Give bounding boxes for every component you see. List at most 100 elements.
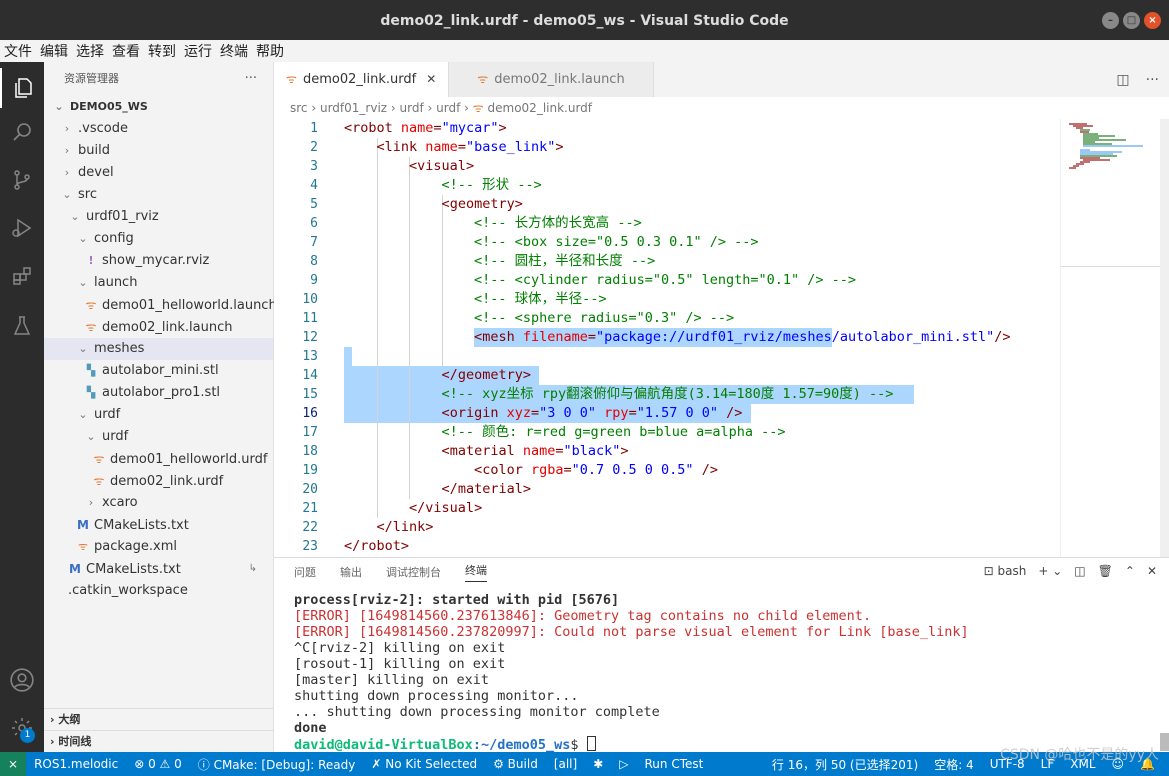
tree-item[interactable]: ᯤ demo01_helloworld.urdf xyxy=(44,448,273,470)
breadcrumb-item[interactable]: urdf xyxy=(436,101,460,115)
remote-indicator[interactable]: ⨯ xyxy=(0,752,27,776)
outline-section[interactable]: › 大纲 xyxy=(44,708,273,730)
run-debug-icon[interactable] xyxy=(0,208,44,248)
minimap[interactable] xyxy=(1060,119,1161,557)
panel-tab[interactable]: 问题 xyxy=(294,564,316,580)
testing-flask-icon[interactable] xyxy=(0,306,44,346)
code-line[interactable]: 6 <!-- 长方体的长宽高 --> xyxy=(274,214,1060,233)
code-line[interactable]: 17 <!-- 颜色: r=red g=green b=blue a=alpha… xyxy=(274,423,1060,442)
tree-item[interactable]: ᯤ package.xml xyxy=(44,536,273,558)
tree-item[interactable]: ⌄ urdf xyxy=(44,426,273,448)
code-line[interactable]: 19 <color rgba="0.7 0.5 0 0.5" /> xyxy=(274,461,1060,480)
menu-item[interactable]: 终端 xyxy=(218,41,254,61)
code-line[interactable]: 22 </link> xyxy=(274,518,1060,537)
terminal-scrollbar[interactable] xyxy=(1160,733,1169,751)
breadcrumb-item[interactable]: urdf01_rviz xyxy=(320,101,387,115)
breadcrumb-item[interactable]: demo02_link.urdf xyxy=(488,101,593,115)
timeline-section[interactable]: › 时间线 xyxy=(44,730,273,752)
code-line[interactable]: 18 <material name="black"> xyxy=(274,442,1060,461)
tree-item[interactable]: ⌄ DEMO05_WS xyxy=(44,96,273,118)
new-terminal-icon[interactable]: + ⌄ xyxy=(1038,564,1062,578)
minimize-button[interactable]: – xyxy=(1102,12,1119,29)
code-view[interactable]: 1 <robot name="mycar"> 2 <link name="base_… xyxy=(274,119,1169,557)
code-line[interactable]: 8 <!-- 圆柱，半径和长度 --> xyxy=(274,252,1060,271)
menu-item[interactable]: 帮助 xyxy=(254,41,290,61)
code-line[interactable]: 3 <visual> xyxy=(274,157,1060,176)
tree-item[interactable]: › xcaro xyxy=(44,492,273,514)
tree-item[interactable]: ⌄ src xyxy=(44,184,273,206)
tree-item[interactable]: ⌄ config xyxy=(44,228,273,250)
code-line[interactable]: 21 </visual> xyxy=(274,499,1060,518)
close-tab-icon[interactable]: ✕ xyxy=(426,62,436,97)
tree-item[interactable]: ⌄ urdf xyxy=(44,404,273,426)
tree-item[interactable]: › .vscode xyxy=(44,118,273,140)
close-window-button[interactable]: × xyxy=(1144,12,1161,29)
code-line[interactable]: 9 <!-- <cylinder radius="0.5" length="0.… xyxy=(274,271,1060,290)
tree-item[interactable]: M CMakeLists.txt xyxy=(44,514,273,536)
terminal-shell-selector[interactable]: ⊡ bash xyxy=(984,564,1027,578)
code-line[interactable]: 4 <!-- 形状 --> xyxy=(274,176,1060,195)
maximize-button[interactable]: □ xyxy=(1123,12,1140,29)
split-terminal-icon[interactable]: ◫ xyxy=(1074,564,1085,578)
tree-item[interactable]: ▚ autolabor_pro1.stl xyxy=(44,382,273,404)
split-editor-icon[interactable]: ◫ xyxy=(1116,72,1129,88)
kill-terminal-icon[interactable]: 🗑 xyxy=(1098,564,1113,578)
tree-item[interactable]: ⌄ launch xyxy=(44,272,273,294)
tree-item[interactable]: ! show_mycar.rviz xyxy=(44,250,273,272)
kit-selector[interactable]: ✗ No Kit Selected xyxy=(363,757,485,771)
settings-gear-icon[interactable]: 1 xyxy=(0,708,44,748)
search-icon[interactable] xyxy=(0,112,44,152)
code-line[interactable]: 23 </robot> xyxy=(274,537,1060,556)
code-line[interactable]: 7 <!-- <box size="0.5 0.3 0.1" /> --> xyxy=(274,233,1060,252)
cursor-position[interactable]: 行 16，列 50 (已选择201) xyxy=(764,756,926,773)
maximize-panel-icon[interactable]: ⌃ xyxy=(1125,564,1135,578)
code-line[interactable]: 15 <!-- xyz坐标 rpy翻滚俯仰与偏航角度(3.14=180度 1.5… xyxy=(274,385,1060,404)
more-actions-icon[interactable]: ··· xyxy=(245,62,257,96)
menu-item[interactable]: 转到 xyxy=(146,41,182,61)
menu-item[interactable]: 查看 xyxy=(110,41,146,61)
source-control-icon[interactable] xyxy=(0,160,44,200)
code-line[interactable]: 13 xyxy=(274,347,1060,366)
code-line[interactable]: 11 <!-- <sphere radius="0.3" /> --> xyxy=(274,309,1060,328)
code-line[interactable]: 2 <link name="base_link"> xyxy=(274,138,1060,157)
code-line[interactable]: 12 <mesh filename="package://urdf01_rviz… xyxy=(274,328,1060,347)
panel-tab[interactable]: 调试控制台 xyxy=(386,564,441,580)
menu-item[interactable]: 文件 xyxy=(2,41,38,61)
breadcrumb-item[interactable]: urdf xyxy=(400,101,424,115)
extensions-icon[interactable] xyxy=(0,256,44,296)
code-line[interactable]: 16 <origin xyz="3 0 0" rpy="1.57 0 0" /> xyxy=(274,404,1060,423)
tab-demo02-link-urdf[interactable]: ᯤ demo02_link.urdf ✕ xyxy=(274,62,450,97)
code-line[interactable]: 20 </material> xyxy=(274,480,1060,499)
build-target[interactable]: [all] xyxy=(546,757,585,771)
menu-item[interactable]: 选择 xyxy=(74,41,110,61)
explorer-icon[interactable] xyxy=(0,68,44,108)
problems-count[interactable]: ⊗ 0 ⚠ 0 xyxy=(126,757,190,771)
ros-version[interactable]: ROS1.melodic xyxy=(26,757,126,771)
run-icon[interactable]: ▷ xyxy=(611,757,636,771)
tree-item[interactable]: ᯤ demo01_helloworld.launch xyxy=(44,294,277,316)
terminal-output[interactable]: process[rviz-2]: started with pid [5676]… xyxy=(294,592,1154,753)
tree-item[interactable]: ⌄ urdf01_rviz xyxy=(44,206,273,228)
breadcrumb-item[interactable]: src xyxy=(290,101,308,115)
tab-demo02-link-launch[interactable]: ᯤ demo02_link.launch xyxy=(449,62,654,97)
indentation[interactable]: 空格: 4 xyxy=(926,756,982,773)
code-line[interactable]: 10 <!-- 球体，半径--> xyxy=(274,290,1060,309)
tree-item[interactable]: › devel xyxy=(44,162,273,184)
code-line[interactable]: 5 <geometry> xyxy=(274,195,1060,214)
tree-item[interactable]: › build xyxy=(44,140,273,162)
tree-item[interactable]: ᯤ demo02_link.launch xyxy=(44,316,273,338)
tree-item[interactable]: .catkin_workspace xyxy=(44,580,273,602)
tree-item[interactable]: M CMakeLists.txt ↳ xyxy=(44,558,273,580)
menu-item[interactable]: 运行 xyxy=(182,41,218,61)
cmake-status[interactable]: ⓘ CMake: [Debug]: Ready xyxy=(190,756,364,773)
build-button[interactable]: ⚙ Build xyxy=(485,757,546,771)
accounts-icon[interactable] xyxy=(0,660,44,700)
menu-item[interactable]: 编辑 xyxy=(38,41,74,61)
close-panel-icon[interactable]: ✕ xyxy=(1147,564,1157,578)
tree-item[interactable]: ⌄ meshes xyxy=(44,338,273,360)
tree-item[interactable]: ᯤ demo02_link.urdf xyxy=(44,470,273,492)
run-ctest-button[interactable]: Run CTest xyxy=(637,757,712,771)
debug-icon[interactable]: ✱ xyxy=(585,757,611,771)
more-editor-actions-icon[interactable]: ··· xyxy=(1146,72,1159,88)
panel-tab[interactable]: 输出 xyxy=(340,564,362,580)
